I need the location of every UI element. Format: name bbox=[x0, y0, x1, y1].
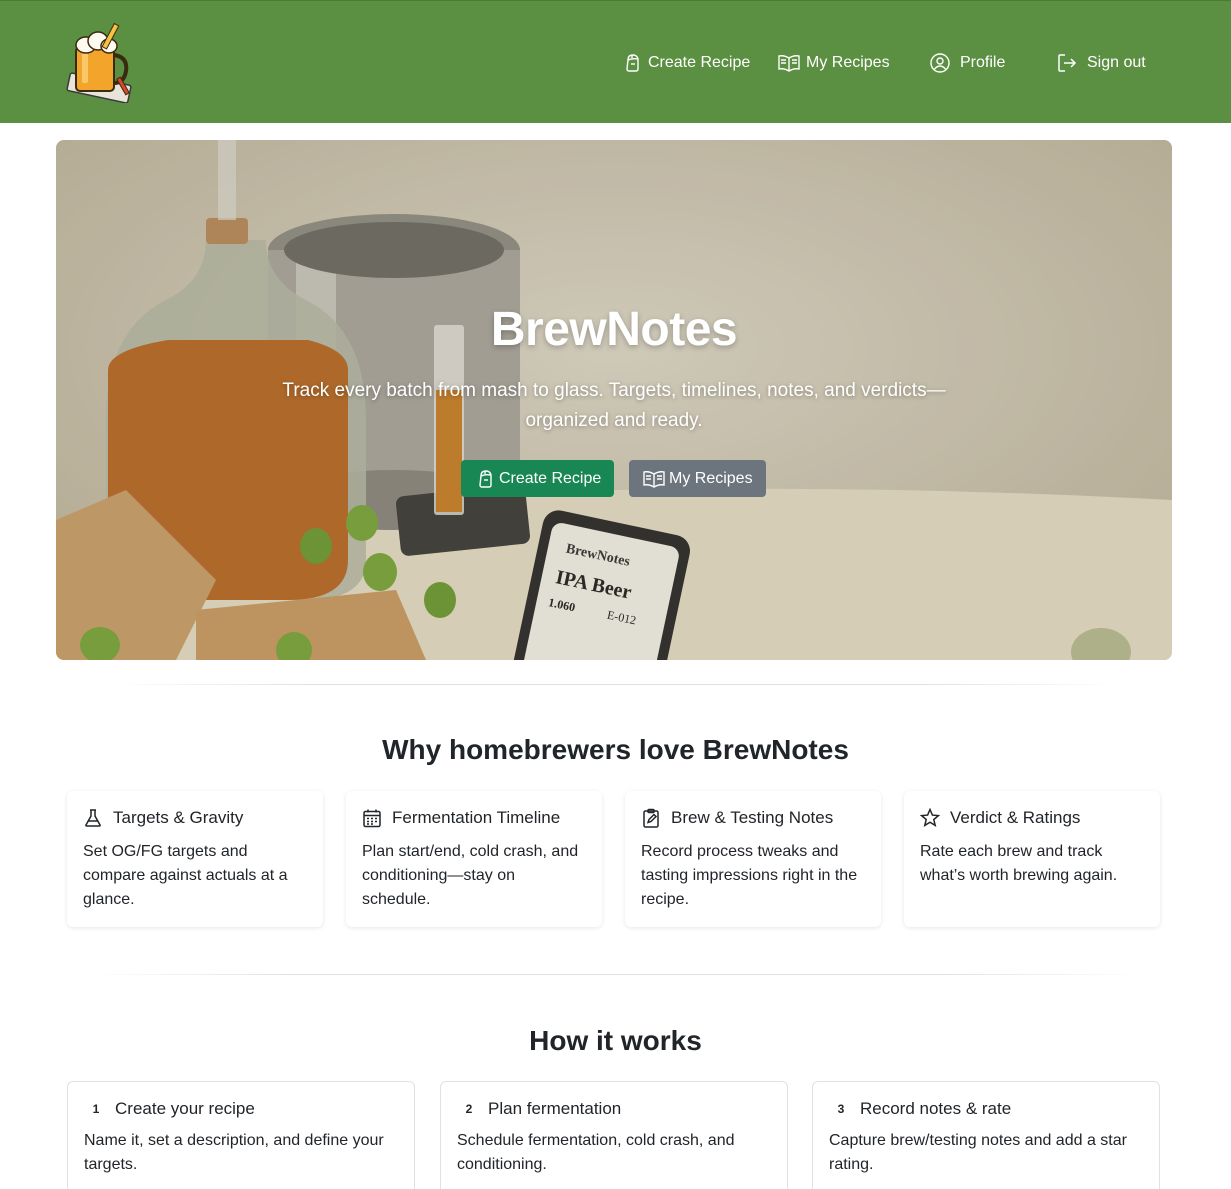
how-it-works-title: How it works bbox=[529, 1025, 702, 1056]
hero-subtitle: Track every batch from mash to glass. Ta… bbox=[282, 380, 946, 431]
calendar-icon bbox=[363, 809, 381, 828]
hero-title: BrewNotes bbox=[490, 303, 738, 356]
step-description: Capture brew/testing notes and add a sta… bbox=[829, 1132, 1127, 1173]
sign-out-icon bbox=[1058, 54, 1077, 72]
book-icon bbox=[643, 470, 665, 488]
section-divider bbox=[90, 974, 1141, 975]
step-title: Plan fermentation bbox=[488, 1099, 622, 1118]
feature-description: Rate each brew and track what’s worth br… bbox=[920, 843, 1118, 884]
user-circle-icon bbox=[930, 53, 950, 73]
features-title: Why homebrewers love BrewNotes bbox=[382, 734, 849, 765]
clipboard-edit-icon bbox=[643, 808, 659, 828]
feature-title: Verdict & Ratings bbox=[950, 808, 1081, 827]
nav-my-recipes[interactable]: My Recipes bbox=[778, 49, 890, 77]
nav-my-recipes-label: My Recipes bbox=[806, 54, 890, 71]
nav-create-recipe[interactable]: Create Recipe bbox=[622, 49, 750, 77]
hops-icon bbox=[626, 54, 639, 72]
main-nav: Create Recipe My Recipes Profile Sign ou… bbox=[0, 49, 1231, 77]
feature-description: Record process tweaks and tasting impres… bbox=[641, 843, 858, 908]
feature-card-targets: Targets & Gravity Set OG/FG targets and … bbox=[67, 791, 323, 927]
flask-icon bbox=[85, 809, 101, 827]
nav-profile[interactable]: Profile bbox=[930, 49, 1005, 77]
step-number: 1 bbox=[92, 1102, 100, 1116]
step-description: Schedule fermentation, cold crash, and c… bbox=[457, 1132, 735, 1173]
step-title: Record notes & rate bbox=[860, 1099, 1012, 1118]
hero-banner: BrewNotes IPA Beer 1.060 E-012 BrewNotes… bbox=[56, 140, 1172, 660]
feature-description: Plan start/end, cold crash, and conditio… bbox=[362, 843, 579, 908]
nav-sign-out-label: Sign out bbox=[1087, 54, 1146, 71]
feature-description: Set OG/FG targets and compare against ac… bbox=[83, 843, 288, 908]
feature-card-timeline: Fermentation Timeline Plan start/end, co… bbox=[346, 791, 602, 927]
step-card-3: 3 Record notes & rate Capture brew/testi… bbox=[812, 1081, 1160, 1189]
step-card-1: 1 Create your recipe Name it, set a desc… bbox=[67, 1081, 415, 1189]
feature-title: Targets & Gravity bbox=[113, 808, 244, 827]
feature-title: Fermentation Timeline bbox=[392, 808, 561, 827]
book-icon bbox=[778, 55, 800, 72]
step-number: 3 bbox=[837, 1102, 845, 1116]
step-card-2: 2 Plan fermentation Schedule fermentatio… bbox=[440, 1081, 788, 1189]
star-icon bbox=[920, 808, 940, 827]
hero-my-recipes-button[interactable]: My Recipes bbox=[629, 460, 766, 497]
hero-create-recipe-label: Create Recipe bbox=[499, 469, 602, 487]
hops-icon bbox=[479, 469, 492, 488]
nav-profile-label: Profile bbox=[960, 54, 1006, 71]
step-title: Create your recipe bbox=[115, 1099, 255, 1118]
feature-card-ratings: Verdict & Ratings Rate each brew and tra… bbox=[904, 791, 1160, 927]
step-number: 2 bbox=[465, 1102, 473, 1116]
feature-title: Brew & Testing Notes bbox=[671, 808, 834, 827]
feature-card-notes: Brew & Testing Notes Record process twea… bbox=[625, 791, 881, 927]
nav-sign-out[interactable]: Sign out bbox=[1057, 49, 1146, 77]
hero-create-recipe-button[interactable]: Create Recipe bbox=[461, 460, 615, 497]
navbar: Create Recipe My Recipes Profile Sign ou… bbox=[0, 0, 1231, 123]
step-description: Name it, set a description, and define y… bbox=[84, 1132, 384, 1173]
hero-my-recipes-label: My Recipes bbox=[669, 469, 753, 487]
nav-create-recipe-label: Create Recipe bbox=[648, 54, 751, 71]
section-divider bbox=[110, 684, 1121, 685]
